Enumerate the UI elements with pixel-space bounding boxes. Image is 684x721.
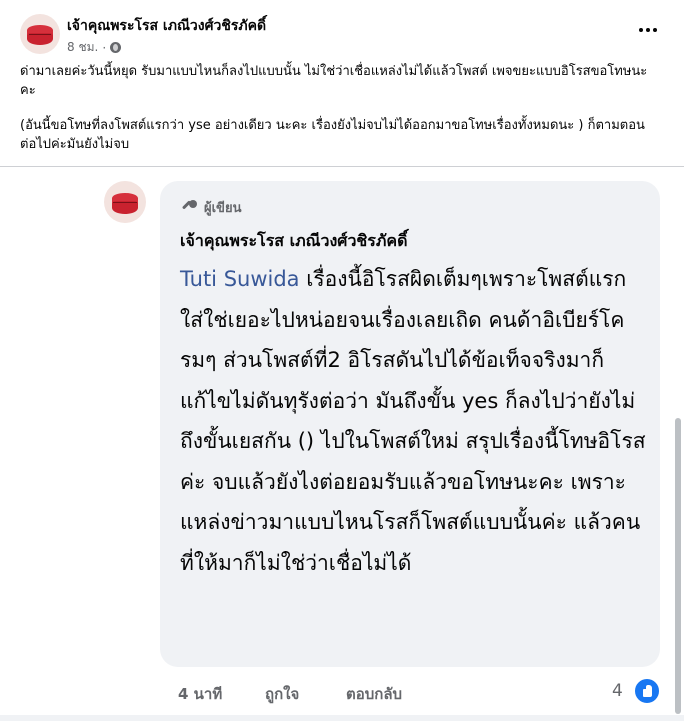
more-options-icon bbox=[639, 28, 643, 32]
mention-link[interactable]: Tuti Suwida bbox=[180, 267, 300, 291]
reaction-count[interactable]: 4 bbox=[612, 681, 623, 701]
globe-icon[interactable] bbox=[110, 42, 122, 53]
scrollbar[interactable] bbox=[675, 418, 681, 714]
more-options-button[interactable] bbox=[634, 20, 662, 40]
author-avatar[interactable] bbox=[20, 14, 60, 54]
post-header: เจ้าคุณพระโรส เภณีวงศ์วชิรภัคดิ์ 8 ชม. · bbox=[0, 0, 684, 62]
like-button[interactable]: ถูกใจ bbox=[265, 682, 346, 706]
comment-author-name[interactable]: เจ้าคุณพระโรส เภณีวงศ์วชิรภัคดิ์ bbox=[180, 229, 408, 254]
post-paragraph: ด่ามาเลยค่ะวันนี้หยุด รับมาแบบไหนก็ลงไปแ… bbox=[20, 64, 648, 98]
comment-avatar[interactable] bbox=[104, 181, 146, 223]
comment-text: Tuti Suwida เรื่องนี้อิโรสผิดเต็มๆเพราะโ… bbox=[180, 259, 648, 583]
post-paragraph: (อันนี้ขอโทษที่ลงโพสต์แรกว่า yse อย่างเด… bbox=[20, 118, 645, 152]
author-badge: ผู้เขียน bbox=[180, 197, 241, 218]
like-icon[interactable] bbox=[633, 677, 661, 705]
author-badge-label: ผู้เขียน bbox=[204, 201, 242, 216]
comment-time[interactable]: 4 นาที bbox=[178, 682, 265, 706]
meta-separator: · bbox=[102, 40, 107, 55]
post-author-name[interactable]: เจ้าคุณพระโรส เภณีวงศ์วชิรภัคดิ์ bbox=[67, 15, 266, 37]
comment-body: เรื่องนี้อิโรสผิดเต็มๆเพราะโพสต์แรกใส่ใช… bbox=[180, 267, 646, 575]
microphone-icon bbox=[180, 199, 198, 217]
comment-bubble: ผู้เขียน เจ้าคุณพระโรส เภณีวงศ์วชิรภัคดิ… bbox=[160, 181, 660, 667]
post-time[interactable]: 8 ชม. bbox=[67, 38, 98, 57]
bottom-edge bbox=[0, 715, 684, 721]
post-meta: 8 ชม. · bbox=[67, 38, 122, 57]
post-body: ด่ามาเลยค่ะวันนี้หยุด รับมาแบบไหนก็ลงไปแ… bbox=[20, 62, 660, 154]
reply-button[interactable]: ตอบกลับ bbox=[346, 682, 402, 706]
comment-actions: 4 นาที ถูกใจ ตอบกลับ bbox=[178, 682, 402, 706]
divider bbox=[0, 166, 684, 167]
